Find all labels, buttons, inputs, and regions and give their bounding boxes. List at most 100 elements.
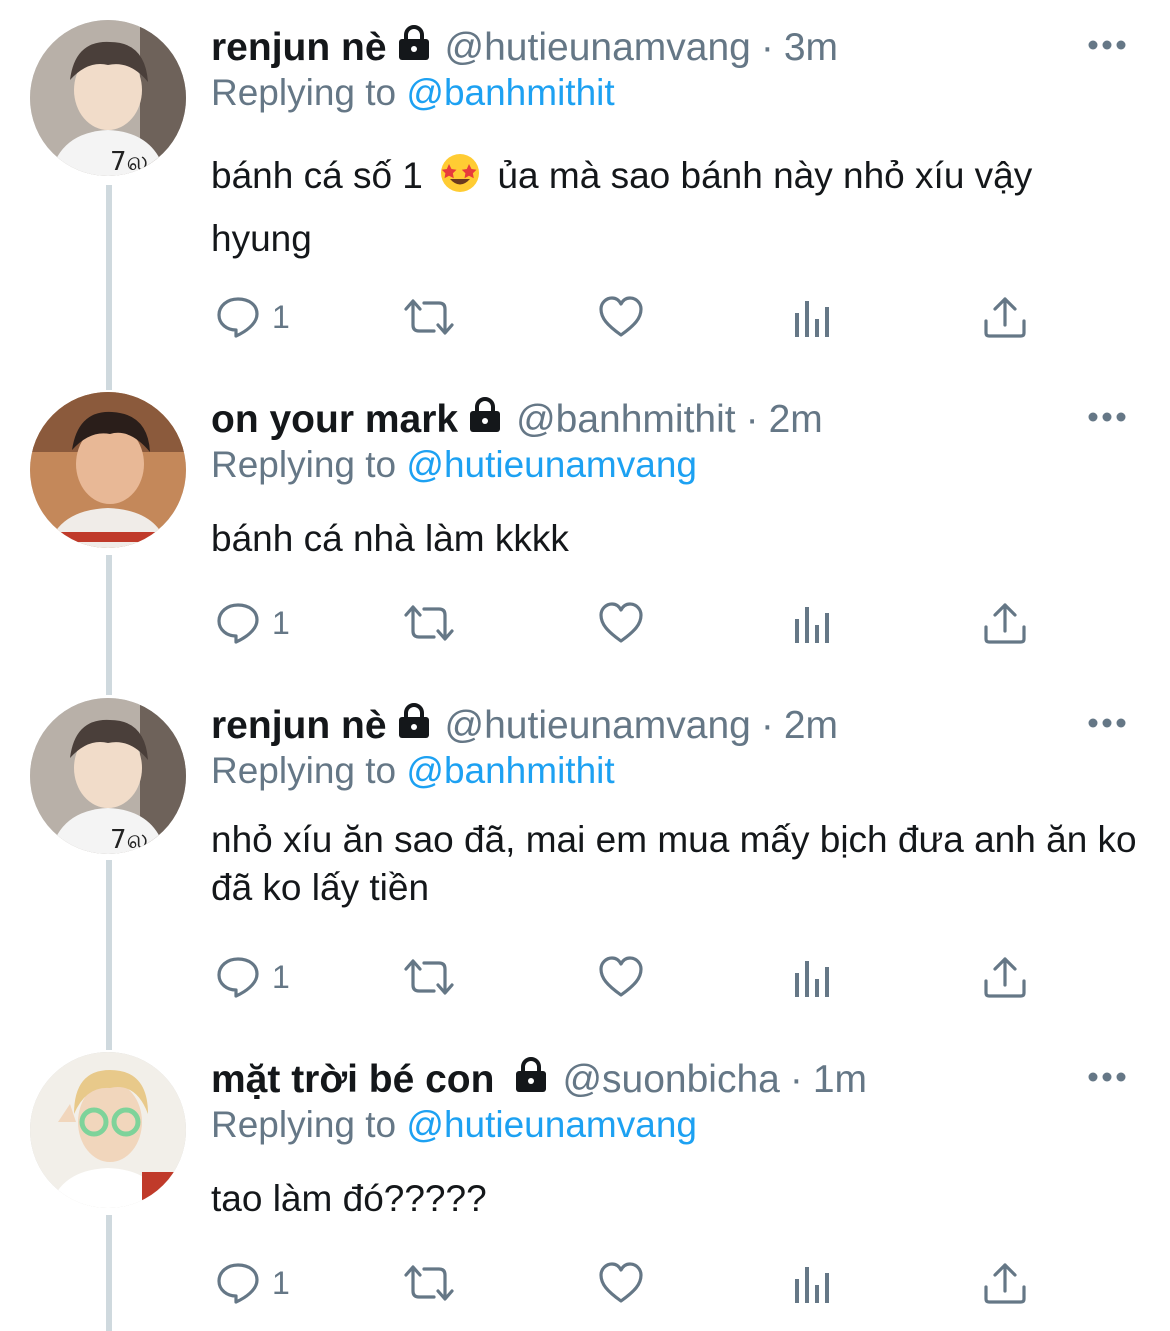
- analytics-icon: [795, 607, 829, 643]
- reply-icon: [217, 957, 259, 998]
- replying-prefix: Replying to: [211, 72, 397, 113]
- like-icon: [599, 956, 643, 997]
- more-icon[interactable]: [1085, 1062, 1129, 1092]
- analytics-button[interactable]: [792, 1258, 834, 1308]
- svg-text:7ல: 7ல: [110, 825, 148, 854]
- action-bar: 1: [0, 292, 1170, 352]
- reply-count: 1: [272, 298, 290, 335]
- lock-icon: [397, 703, 431, 749]
- like-icon: [599, 1262, 643, 1303]
- tweet-header: renjun nè @hutieunamvang · 3m: [211, 20, 838, 76]
- thread-line: [106, 185, 112, 390]
- retweet-button[interactable]: [400, 952, 458, 1002]
- replying-to: Replying to @hutieunamvang: [211, 1104, 697, 1146]
- display-name[interactable]: renjun nè: [211, 26, 387, 70]
- analytics-icon: [795, 1267, 829, 1303]
- replying-to: Replying to @banhmithit: [211, 750, 615, 792]
- reply-button[interactable]: 1: [214, 598, 290, 648]
- mention-link[interactable]: @hutieunamvang: [406, 444, 697, 485]
- display-name[interactable]: renjun nè: [211, 704, 387, 748]
- display-name[interactable]: on your mark: [211, 398, 458, 442]
- share-button[interactable]: [982, 292, 1028, 342]
- star-struck-emoji: [439, 152, 481, 210]
- like-button[interactable]: [597, 952, 645, 1002]
- separator-dot: ·: [760, 26, 774, 69]
- avatar[interactable]: 7ல: [30, 698, 186, 854]
- separator-dot: ·: [745, 398, 759, 441]
- share-button[interactable]: [982, 1258, 1028, 1308]
- display-name[interactable]: mặt trời bé con: [211, 1058, 494, 1102]
- tweet-header: on your mark @banhmithit · 2m: [211, 392, 823, 448]
- analytics-button[interactable]: [792, 952, 834, 1002]
- replying-prefix: Replying to: [211, 444, 397, 485]
- more-icon[interactable]: [1085, 30, 1129, 60]
- reply-count: 1: [272, 1264, 290, 1301]
- share-icon: [984, 957, 1026, 998]
- retweet-button[interactable]: [400, 1258, 458, 1308]
- action-bar: 1: [0, 1258, 1170, 1318]
- replying-to: Replying to @banhmithit: [211, 72, 615, 114]
- avatar[interactable]: 7ல: [30, 20, 186, 176]
- svg-text:7ல: 7ல: [110, 147, 148, 176]
- action-bar: 1: [0, 952, 1170, 1012]
- analytics-icon: [795, 301, 829, 337]
- tweet-header: renjun nè @hutieunamvang · 2m: [211, 698, 838, 754]
- lock-icon: [397, 25, 431, 71]
- avatar[interactable]: [30, 392, 186, 548]
- like-button[interactable]: [597, 598, 645, 648]
- tweet-text-part: bánh cá số 1: [211, 155, 423, 196]
- mention-link[interactable]: @hutieunamvang: [406, 1104, 697, 1145]
- tweet-text: bánh cá nhà làm kkkk: [211, 518, 569, 559]
- reply-button[interactable]: 1: [214, 1258, 290, 1308]
- reply-icon: [217, 603, 259, 644]
- like-icon: [599, 296, 643, 337]
- tweet-text: nhỏ xíu ăn sao đã, mai em mua mấy bịch đ…: [211, 819, 1137, 908]
- reply-count: 1: [272, 604, 290, 641]
- avatar[interactable]: [30, 1052, 186, 1208]
- share-icon: [984, 603, 1026, 644]
- like-button[interactable]: [597, 292, 645, 342]
- timestamp[interactable]: 2m: [784, 704, 838, 748]
- like-button[interactable]: [597, 1258, 645, 1308]
- timestamp[interactable]: 1m: [813, 1058, 867, 1102]
- reply-button[interactable]: 1: [214, 292, 290, 342]
- handle[interactable]: @hutieunamvang: [445, 26, 751, 70]
- more-icon[interactable]: [1085, 402, 1129, 432]
- like-icon: [599, 602, 643, 643]
- separator-dot: ·: [789, 1058, 803, 1101]
- lock-icon: [514, 1057, 548, 1103]
- retweet-button[interactable]: [400, 598, 458, 648]
- reply-icon: [217, 297, 259, 338]
- action-bar: 1: [0, 598, 1170, 658]
- lock-icon: [468, 397, 502, 443]
- replying-prefix: Replying to: [211, 750, 397, 791]
- tweet-text: tao làm đó?????: [211, 1178, 487, 1219]
- retweet-icon: [404, 299, 454, 335]
- retweet-icon: [404, 605, 454, 641]
- mention-link[interactable]: @banhmithit: [406, 750, 614, 791]
- timestamp[interactable]: 3m: [784, 26, 838, 70]
- more-icon[interactable]: [1085, 708, 1129, 738]
- retweet-icon: [404, 959, 454, 995]
- share-icon: [984, 297, 1026, 338]
- timestamp[interactable]: 2m: [769, 398, 823, 442]
- retweet-button[interactable]: [400, 292, 458, 342]
- retweet-icon: [404, 1265, 454, 1301]
- replying-to: Replying to @hutieunamvang: [211, 444, 697, 486]
- share-icon: [984, 1263, 1026, 1304]
- share-button[interactable]: [982, 952, 1028, 1002]
- reply-icon: [217, 1263, 259, 1304]
- tweet-text: bánh cá số 1 ủa mà sao bánh này nhỏ xíu …: [211, 147, 1141, 267]
- handle[interactable]: @hutieunamvang: [445, 704, 751, 748]
- analytics-button[interactable]: [792, 598, 834, 648]
- tweet-header: mặt trời bé con @suonbicha · 1m: [211, 1052, 867, 1108]
- mention-link[interactable]: @banhmithit: [406, 72, 614, 113]
- analytics-button[interactable]: [792, 292, 834, 342]
- replying-prefix: Replying to: [211, 1104, 397, 1145]
- reply-count: 1: [272, 958, 290, 995]
- handle[interactable]: @suonbicha: [562, 1058, 779, 1102]
- reply-button[interactable]: 1: [214, 952, 290, 1002]
- separator-dot: ·: [760, 704, 774, 747]
- handle[interactable]: @banhmithit: [516, 398, 736, 442]
- share-button[interactable]: [982, 598, 1028, 648]
